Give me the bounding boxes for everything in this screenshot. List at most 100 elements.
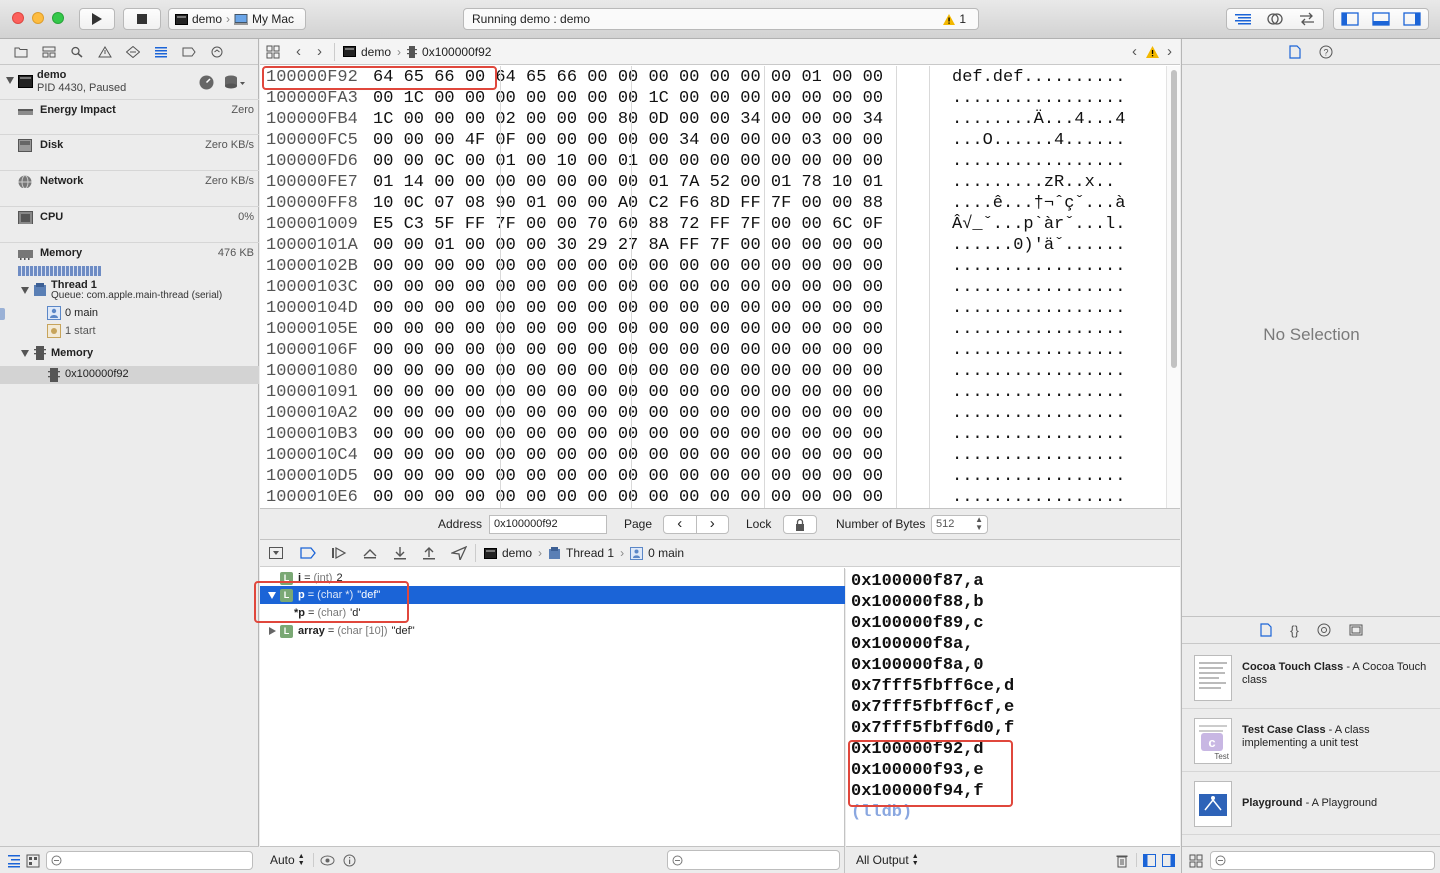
step-out-icon[interactable] xyxy=(422,546,436,560)
hex-bytes[interactable]: 00 00 01 00 00 00 30 29 27 8A FF 7F 00 0… xyxy=(373,236,883,255)
related-items-icon[interactable] xyxy=(266,45,280,59)
number-of-bytes-stepper[interactable]: 512 ▲ ▼ xyxy=(931,514,988,534)
hex-bytes[interactable]: 00 00 00 00 00 00 00 00 00 00 00 00 00 0… xyxy=(373,488,883,507)
hex-row[interactable]: 1000010B3 00 00 00 00 00 00 00 00 00 00 0… xyxy=(260,425,1166,446)
warning-icon[interactable] xyxy=(1146,46,1159,58)
hex-bytes[interactable]: 00 00 00 00 00 00 00 00 00 00 00 00 00 0… xyxy=(373,467,883,486)
hex-bytes[interactable]: 00 00 00 00 00 00 00 00 00 00 00 00 00 0… xyxy=(373,257,883,276)
hex-bytes[interactable]: 1C 00 00 00 02 00 00 00 80 0D 00 00 34 0… xyxy=(373,110,883,129)
find-icon[interactable] xyxy=(68,45,86,59)
disclosure-open-icon[interactable] xyxy=(21,350,29,357)
process-options-icon[interactable] xyxy=(224,75,246,90)
hex-row[interactable]: 1000010E6 00 00 00 00 00 00 00 00 00 00 0… xyxy=(260,488,1166,508)
debug-breadcrumb-item[interactable]: Thread 1 xyxy=(566,546,614,560)
disclosure-open-icon[interactable] xyxy=(21,287,29,294)
hex-row[interactable]: 100001091 00 00 00 00 00 00 00 00 00 00 0… xyxy=(260,383,1166,404)
hex-bytes[interactable]: 10 0C 07 08 90 01 00 00 A0 C2 F6 8D FF 7… xyxy=(373,194,883,213)
show-threads-icon[interactable] xyxy=(7,854,21,868)
file-template-library-icon[interactable] xyxy=(1260,623,1272,637)
hex-ascii[interactable]: ................. xyxy=(952,467,1125,486)
hex-ascii[interactable]: ................. xyxy=(952,404,1125,423)
hex-bytes[interactable]: 00 00 00 4F 0F 00 00 00 00 00 34 00 00 0… xyxy=(373,131,883,150)
memory-group-row[interactable]: Memory xyxy=(0,345,259,363)
hex-bytes[interactable]: 00 00 00 00 00 00 00 00 00 00 00 00 00 0… xyxy=(373,425,883,444)
hex-row[interactable]: 100000FD6 00 00 0C 00 01 00 10 00 01 00 0… xyxy=(260,152,1166,173)
lock-button[interactable] xyxy=(783,515,817,534)
breakpoint-icon[interactable] xyxy=(180,45,198,59)
memory-item-row[interactable]: 0x100000f92 xyxy=(0,366,259,384)
hex-ascii[interactable]: ................. xyxy=(952,152,1125,171)
hex-row[interactable]: 100001009 E5 C3 5F FF 7F 00 00 70 60 88 7… xyxy=(260,215,1166,236)
quick-look-icon[interactable] xyxy=(320,855,335,866)
gauge-network[interactable]: Network Zero KB/s xyxy=(0,171,259,206)
hex-ascii[interactable]: .........zR..x.. xyxy=(952,173,1115,192)
version-editor-icon[interactable] xyxy=(1298,12,1316,26)
hex-bytes[interactable]: 00 1C 00 00 00 00 00 00 00 1C 00 00 00 0… xyxy=(373,89,883,108)
hex-ascii[interactable]: ................. xyxy=(952,278,1125,297)
standard-editor-icon[interactable] xyxy=(1234,13,1252,25)
previous-issue-icon[interactable]: ‹ xyxy=(1132,43,1137,60)
assistant-editor-icon[interactable] xyxy=(1266,12,1284,26)
hex-bytes[interactable]: 00 00 00 00 00 00 00 00 00 00 00 00 00 0… xyxy=(373,278,883,297)
library-item[interactable]: Cocoa Touch Class - A Cocoa Touch class xyxy=(1182,647,1440,709)
scheme-selector[interactable]: demo › My Mac xyxy=(168,8,306,30)
hex-ascii[interactable]: ....ê...†¬ˆçˇ...à xyxy=(952,194,1125,213)
hex-ascii[interactable]: Â√_ˇ...p`àrˇ...l. xyxy=(952,215,1125,234)
toggle-utilities-icon[interactable] xyxy=(1403,12,1421,26)
navigator-filter-input[interactable] xyxy=(46,851,253,870)
hex-row[interactable]: 100001080 00 00 00 00 00 00 00 00 00 00 0… xyxy=(260,362,1166,383)
back-icon[interactable]: ‹ xyxy=(296,43,301,60)
hex-row[interactable]: 10000104D 00 00 00 00 00 00 00 00 00 00 0… xyxy=(260,299,1166,320)
process-row[interactable]: demo PID 4430, Paused xyxy=(0,69,259,97)
object-library-icon[interactable] xyxy=(1317,623,1331,637)
frame-row[interactable]: 1 start xyxy=(0,323,259,341)
breadcrumb-item[interactable]: 0x100000f92 xyxy=(422,45,491,59)
hex-bytes[interactable]: 00 00 00 00 00 00 00 00 00 00 00 00 00 0… xyxy=(373,341,883,360)
hex-row[interactable]: 10000105E 00 00 00 00 00 00 00 00 00 00 0… xyxy=(260,320,1166,341)
hex-bytes[interactable]: 00 00 00 00 00 00 00 00 00 00 00 00 00 0… xyxy=(373,404,883,423)
trash-icon[interactable] xyxy=(1116,854,1128,868)
hex-bytes[interactable]: 00 00 00 00 00 00 00 00 00 00 00 00 00 0… xyxy=(373,299,883,318)
zoom-window-button[interactable] xyxy=(52,12,64,24)
show-console-icon[interactable] xyxy=(1162,854,1175,867)
hex-bytes[interactable]: 00 00 0C 00 01 00 10 00 01 00 00 00 00 0… xyxy=(373,152,883,171)
debug-breadcrumb-item[interactable]: 0 main xyxy=(648,546,684,560)
gauge-cpu[interactable]: CPU 0% xyxy=(0,207,259,242)
hex-bytes[interactable]: 01 14 00 00 00 00 00 00 00 01 7A 52 00 0… xyxy=(373,173,883,192)
hex-bytes[interactable]: E5 C3 5F FF 7F 00 00 70 60 88 72 FF 7F 0… xyxy=(373,215,883,234)
hex-ascii[interactable]: ................. xyxy=(952,425,1125,444)
info-icon[interactable] xyxy=(343,854,356,867)
scroll-thumb[interactable] xyxy=(1171,70,1177,368)
run-button[interactable] xyxy=(79,8,115,30)
issue-icon[interactable] xyxy=(96,45,114,59)
hex-row[interactable]: 1000010A2 00 00 00 00 00 00 00 00 00 00 0… xyxy=(260,404,1166,425)
warning-indicator[interactable]: 1 xyxy=(943,12,966,26)
hex-ascii[interactable]: ................. xyxy=(952,341,1125,360)
code-snippet-library-icon[interactable]: {} xyxy=(1290,623,1299,638)
debug-navigator-icon[interactable] xyxy=(152,45,170,59)
show-variables-icon[interactable] xyxy=(1143,854,1156,867)
hex-ascii[interactable]: ................. xyxy=(952,488,1125,507)
hex-ascii[interactable]: ................. xyxy=(952,383,1125,402)
close-window-button[interactable] xyxy=(12,12,24,24)
hex-ascii[interactable]: ........Ä...4...4 xyxy=(952,110,1125,129)
disclosure-closed-icon[interactable] xyxy=(269,627,276,635)
test-icon[interactable] xyxy=(124,45,142,59)
report-icon[interactable] xyxy=(208,45,226,59)
toggle-navigator-icon[interactable] xyxy=(1341,12,1359,26)
console-output-popup[interactable]: All Output ▲ ▼ xyxy=(856,853,919,867)
step-over-icon[interactable] xyxy=(362,547,378,559)
breadcrumb-item[interactable]: demo xyxy=(361,45,391,59)
next-issue-icon[interactable]: › xyxy=(1167,43,1172,60)
variables-scope-popup[interactable]: Auto ▲ ▼ xyxy=(270,853,305,867)
debug-breadcrumb-item[interactable]: demo xyxy=(502,546,532,560)
hex-row[interactable]: 1000010C4 00 00 00 00 00 00 00 00 00 00 0… xyxy=(260,446,1166,467)
hex-row[interactable]: 10000103C 00 00 00 00 00 00 00 00 00 00 0… xyxy=(260,278,1166,299)
hex-view[interactable]: 100000F92 64 65 66 00 64 65 66 00 00 00 0… xyxy=(260,66,1166,508)
console-view[interactable]: 0x100000f87,a 0x100000f88,b 0x100000f89,c 0… xyxy=(846,568,1180,846)
step-into-icon[interactable] xyxy=(393,546,407,560)
gauge-memory[interactable]: Memory 476 KB xyxy=(0,243,259,283)
continue-icon[interactable] xyxy=(331,547,347,559)
grid-view-icon[interactable] xyxy=(1189,854,1203,868)
hex-ascii[interactable]: ......0)'äˇ...... xyxy=(952,236,1125,255)
